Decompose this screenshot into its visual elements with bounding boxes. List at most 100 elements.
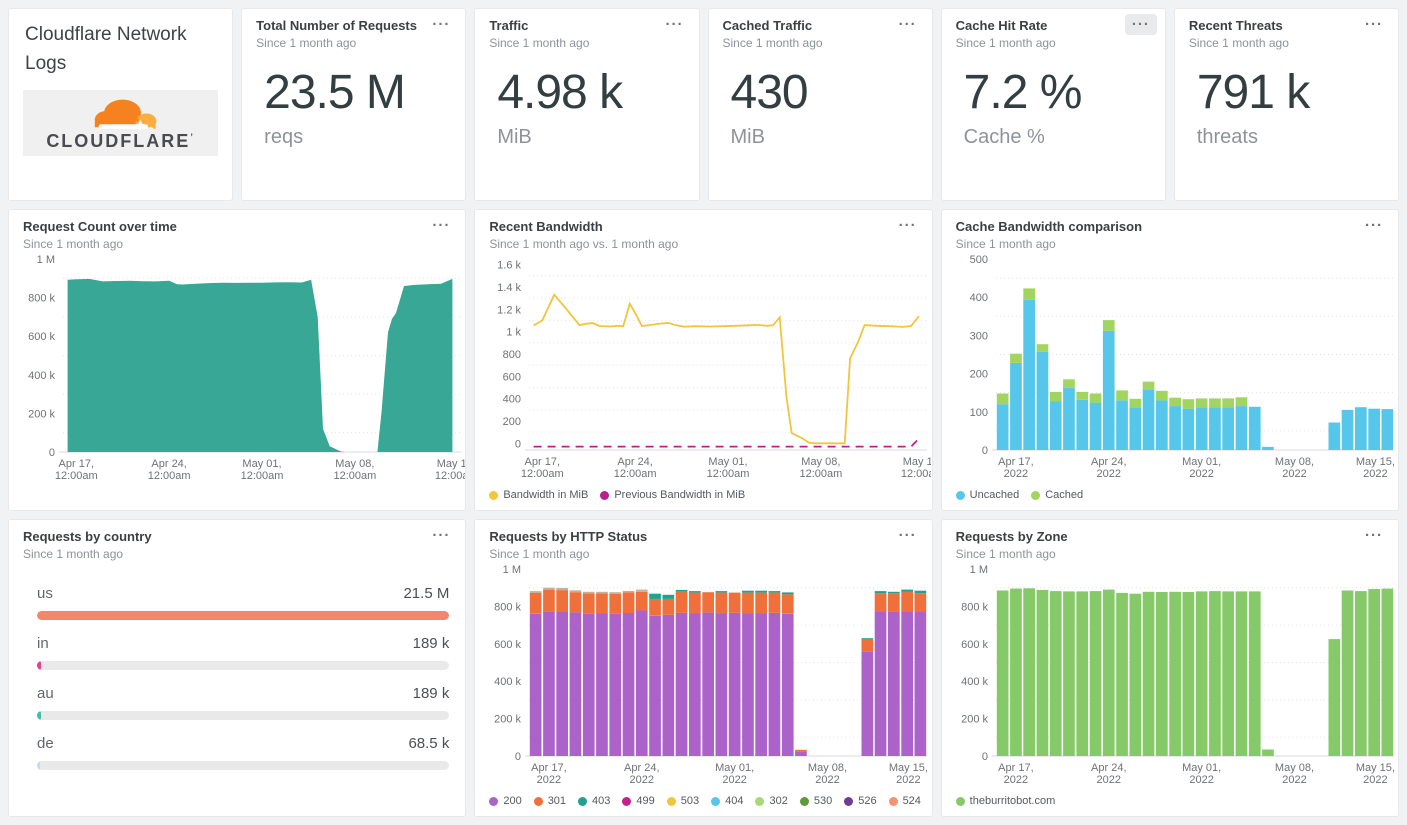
svg-text:May 08,: May 08,: [1275, 456, 1314, 468]
svg-text:12:00am: 12:00am: [333, 470, 376, 482]
legend-item[interactable]: Previous Bandwidth in MiB: [600, 489, 745, 501]
svg-text:Apr 24,: Apr 24,: [1091, 762, 1126, 774]
country-bar-track: [37, 711, 450, 720]
svg-text:800 k: 800 k: [961, 601, 988, 613]
svg-text:May 01,: May 01,: [242, 458, 281, 470]
svg-text:600 k: 600 k: [28, 331, 55, 343]
legend-item[interactable]: Cached: [1031, 489, 1083, 501]
legend-dot-icon: [955, 490, 965, 500]
svg-text:400 k: 400 k: [961, 676, 988, 688]
svg-text:2022: 2022: [816, 774, 840, 786]
chart-legend: theburritobot.com: [942, 788, 1398, 814]
panel-subtitle: Since 1 month ago: [23, 237, 124, 251]
svg-text:2022: 2022: [1096, 774, 1120, 786]
svg-text:May 08,: May 08,: [335, 458, 374, 470]
legend-item[interactable]: 301: [533, 795, 566, 807]
http-status-chart: 1 M 800 k 600 k 400 k 200 k 0 Apr 17, 2022 Apr 2…: [475, 561, 931, 788]
legend-dot-icon: [533, 796, 543, 806]
panel-title: Requests by country: [23, 529, 152, 544]
country-row: us 21.5 M: [37, 585, 450, 620]
legend-item[interactable]: Bandwidth in MiB: [489, 489, 588, 501]
panel-subtitle: Since 1 month ago: [489, 547, 590, 561]
country-bar-fill: [37, 661, 42, 670]
request-count-chart: 1 M 800 k 600 k 400 k 200 k 0 Apr 17, 12:00am Ap…: [9, 251, 465, 484]
panel-menu-icon[interactable]: ···: [425, 215, 457, 236]
svg-text:1 M: 1 M: [969, 564, 987, 576]
legend-label: 200: [503, 795, 522, 807]
svg-text:12:00a: 12:00a: [901, 468, 931, 480]
panel-title: Request Count over time: [23, 219, 177, 234]
panel-menu-icon[interactable]: ···: [425, 525, 457, 546]
svg-text:Apr 24,: Apr 24,: [1091, 456, 1126, 468]
legend-item[interactable]: 499: [622, 795, 655, 807]
country-gauge-list: us 21.5 M in 189 k au 189 k de 68.5 k: [9, 561, 465, 785]
stat-unit: MiB: [497, 126, 532, 148]
panel-menu-icon[interactable]: ···: [1358, 215, 1390, 236]
panel-title: Traffic: [489, 18, 529, 33]
svg-text:200 k: 200 k: [494, 714, 521, 726]
legend-item[interactable]: 530: [799, 795, 832, 807]
panel-menu-icon[interactable]: ···: [1358, 14, 1390, 35]
svg-text:1.6 k: 1.6 k: [497, 260, 521, 272]
svg-text:12:00am: 12:00am: [707, 468, 750, 480]
stat-unit: MiB: [730, 126, 765, 148]
country-bar-fill: [37, 611, 450, 620]
svg-text:0: 0: [515, 438, 521, 450]
panel-cached-traffic: Cached Traffic Since 1 month ago ··· 430…: [707, 8, 933, 201]
svg-text:1.2 k: 1.2 k: [497, 304, 521, 316]
panel-menu-icon[interactable]: ···: [892, 14, 924, 35]
svg-text:100: 100: [969, 407, 987, 419]
country-bar-track: [37, 761, 450, 770]
legend-item[interactable]: Uncached: [955, 489, 1019, 501]
svg-text:Apr 24,: Apr 24,: [151, 458, 186, 470]
legend-item[interactable]: theburritobot.com: [955, 795, 1056, 807]
panel-cache-hit-rate: Cache Hit Rate Since 1 month ago ··· 7.2…: [940, 8, 1166, 201]
svg-text:12:00am: 12:00am: [800, 468, 843, 480]
panel-menu-icon[interactable]: ···: [425, 14, 457, 35]
cache-bandwidth-chart: 500 400 300 200 100 0 Apr 17, 2022 Apr 24, 2022 Ma…: [942, 251, 1398, 482]
legend-dot-icon: [622, 796, 632, 806]
svg-text:2022: 2022: [537, 774, 561, 786]
legend-item[interactable]: 526: [844, 795, 877, 807]
legend-label: theburritobot.com: [969, 795, 1056, 807]
svg-text:12:00am: 12:00am: [55, 470, 98, 482]
svg-text:2022: 2022: [630, 774, 654, 786]
legend-dot-icon: [799, 796, 809, 806]
panel-logo: Cloudflare Network Logs CLOUDFLARE’: [8, 8, 234, 201]
zone-chart: 1 M 800 k 600 k 400 k 200 k 0 Apr 17, 2022 Apr 2…: [942, 561, 1398, 788]
legend-item[interactable]: 524: [888, 795, 921, 807]
legend-item[interactable]: 503: [666, 795, 700, 807]
panel-menu-icon[interactable]: ···: [892, 215, 924, 236]
svg-text:1 M: 1 M: [37, 254, 55, 266]
svg-text:200 k: 200 k: [961, 714, 988, 726]
panel-menu-icon[interactable]: ···: [659, 14, 691, 35]
legend-item[interactable]: 403: [578, 795, 610, 807]
svg-text:2022: 2022: [1189, 774, 1213, 786]
panel-title: Recent Bandwidth: [489, 219, 603, 234]
legend-label: 503: [680, 795, 700, 807]
panel-menu-icon[interactable]: ···: [1124, 14, 1157, 35]
svg-text:2022: 2022: [1003, 774, 1027, 786]
svg-text:12:00a: 12:00a: [435, 470, 465, 482]
svg-text:2022: 2022: [1096, 468, 1120, 480]
chart-legend: 200 301 403 499 503 404 302 530 526 524: [475, 788, 931, 814]
legend-item[interactable]: 404: [711, 795, 743, 807]
svg-text:2022: 2022: [1363, 774, 1387, 786]
legend-label: 499: [636, 795, 655, 807]
legend-item[interactable]: 302: [755, 795, 788, 807]
cloudflare-wordmark: CLOUDFLARE’: [46, 130, 195, 151]
panel-menu-icon[interactable]: ···: [892, 525, 924, 546]
panel-title: Cache Hit Rate: [955, 18, 1048, 33]
legend-dot-icon: [1031, 490, 1041, 500]
svg-text:Apr 17,: Apr 17,: [59, 458, 94, 470]
panel-request-count: Request Count over time Since 1 month ag…: [8, 209, 467, 511]
legend-label: 524: [902, 795, 921, 807]
svg-text:800: 800: [503, 349, 521, 361]
svg-text:0: 0: [982, 445, 988, 457]
svg-text:12:00am: 12:00am: [521, 468, 564, 480]
panel-menu-icon[interactable]: ···: [1358, 525, 1390, 546]
legend-item[interactable]: 200: [489, 795, 522, 807]
svg-text:1 k: 1 k: [507, 327, 522, 339]
recent-bandwidth-chart: 1.6 k 1.4 k 1.2 k1 k 800 600 400 200 0 Apr 17, 12…: [475, 251, 931, 482]
panel-total-requests: Total Number of Requests Since 1 month a…: [241, 8, 467, 201]
